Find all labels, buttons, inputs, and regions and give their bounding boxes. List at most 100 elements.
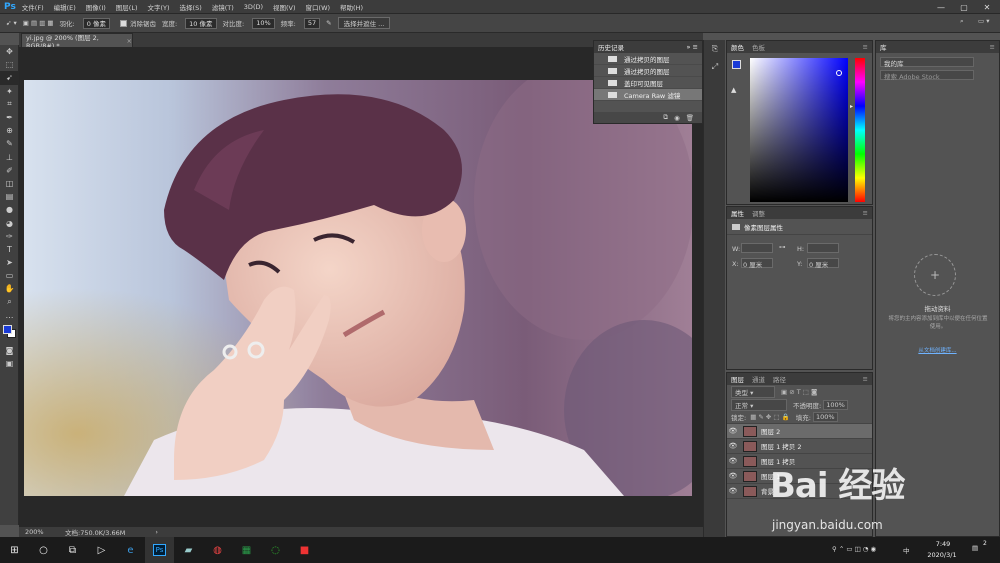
select-and-mask-button[interactable]: 选择并遮住 ... bbox=[337, 17, 391, 29]
menu-layer[interactable]: 图层(L) bbox=[116, 2, 138, 12]
x-field[interactable]: 0 厘米 bbox=[741, 258, 773, 269]
fg-color-swatch[interactable] bbox=[732, 60, 741, 69]
dodge-tool-icon[interactable]: ◕ bbox=[0, 216, 19, 229]
visibility-eye-icon[interactable]: 👁 bbox=[727, 472, 739, 480]
healing-tool-icon[interactable]: ⊕ bbox=[0, 124, 19, 137]
minimize-button[interactable]: — bbox=[930, 0, 952, 14]
blur-tool-icon[interactable]: ● bbox=[0, 203, 19, 216]
document-info[interactable]: 文档:750.0K/3.66M bbox=[65, 527, 125, 537]
menu-filter[interactable]: 滤镜(T) bbox=[212, 2, 234, 12]
add-content-icon[interactable]: + bbox=[914, 254, 956, 296]
antialias-checkbox[interactable] bbox=[119, 19, 127, 27]
tab-color[interactable]: 颜色 bbox=[731, 42, 744, 52]
tab-channels[interactable]: 通道 bbox=[752, 374, 765, 384]
menu-type[interactable]: 文字(Y) bbox=[148, 2, 170, 12]
marquee-tool-icon[interactable]: ⬚ bbox=[0, 58, 19, 71]
new-document-from-state-icon[interactable]: ⧉ bbox=[663, 113, 668, 122]
panel-menu-icon[interactable]: ≡ bbox=[990, 43, 995, 51]
lock-icons[interactable]: ▦ ✎ ✥ ⬚ 🔒 bbox=[750, 413, 790, 421]
lasso-tool-icon[interactable]: ➹ bbox=[0, 71, 19, 85]
brush-tool-icon[interactable]: ✎ bbox=[0, 137, 19, 150]
edge-browser-icon[interactable]: e bbox=[116, 537, 145, 563]
type-tool-icon[interactable]: T bbox=[0, 243, 19, 256]
foreground-color-swatch[interactable] bbox=[3, 324, 12, 334]
excel-icon[interactable]: ▦ bbox=[232, 537, 261, 563]
history-item[interactable]: 通过拷贝的图层 bbox=[594, 53, 702, 65]
stamp-tool-icon[interactable]: ⊥ bbox=[0, 151, 19, 164]
eraser-tool-icon[interactable]: ◫ bbox=[0, 177, 19, 190]
panel-menu-icon[interactable]: » ≡ bbox=[687, 43, 699, 51]
menu-image[interactable]: 图像(I) bbox=[86, 2, 106, 12]
clock-date[interactable]: 2020/3/1 bbox=[918, 551, 966, 559]
menu-3d[interactable]: 3D(D) bbox=[244, 3, 263, 11]
zoom-level[interactable]: 200% bbox=[25, 528, 65, 536]
notification-icon[interactable]: ▤ bbox=[972, 544, 978, 552]
input-language[interactable]: 中 bbox=[903, 545, 910, 555]
document-tab[interactable]: yi.jpg @ 200% (图层 2, RGB/8#) * × bbox=[21, 33, 133, 50]
tab-libraries[interactable]: 库 bbox=[880, 42, 887, 52]
library-select[interactable]: 我的库 bbox=[880, 57, 974, 68]
maximize-button[interactable]: ▢ bbox=[953, 0, 975, 14]
document-photo[interactable] bbox=[24, 80, 692, 496]
path-select-icon[interactable]: ➤ bbox=[0, 256, 19, 269]
menu-window[interactable]: 窗口(W) bbox=[306, 2, 331, 12]
visibility-eye-icon[interactable]: 👁 bbox=[727, 457, 739, 465]
wechat-icon[interactable]: ◌ bbox=[261, 537, 290, 563]
more-tools-icon[interactable]: … bbox=[0, 309, 19, 322]
media-player-icon[interactable]: ▷ bbox=[87, 537, 116, 563]
fill-input[interactable]: 100% bbox=[812, 412, 838, 422]
blend-mode-select[interactable]: 正常 ▾ bbox=[731, 398, 787, 411]
feather-input[interactable]: 0 像素 bbox=[82, 17, 110, 29]
screen-mode-icon[interactable]: ▣ bbox=[0, 357, 19, 370]
pen-tool-icon[interactable]: ✑ bbox=[0, 230, 19, 243]
quick-mask-icon[interactable]: ◙ bbox=[0, 344, 19, 357]
stock-search-input[interactable]: 搜索 Adobe Stock bbox=[880, 70, 974, 81]
visibility-eye-icon[interactable]: 👁 bbox=[727, 487, 739, 495]
tab-layers[interactable]: 图层 bbox=[731, 374, 744, 384]
file-app-icon[interactable]: ▰ bbox=[174, 537, 203, 563]
panel-menu-icon[interactable]: ≡ bbox=[863, 43, 868, 51]
tab-adjustments[interactable]: 调整 bbox=[752, 208, 765, 218]
menu-file[interactable]: 文件(F) bbox=[22, 2, 44, 12]
status-arrow-icon[interactable]: › bbox=[155, 528, 158, 536]
frequency-input[interactable]: 57 bbox=[303, 17, 321, 29]
move-tool-icon[interactable]: ✥ bbox=[0, 45, 19, 58]
clock-time[interactable]: 7:49 bbox=[926, 540, 960, 548]
menu-select[interactable]: 选择(S) bbox=[180, 2, 202, 12]
menu-edit[interactable]: 编辑(E) bbox=[54, 2, 76, 12]
snapshot-icon[interactable]: ◉ bbox=[674, 114, 680, 122]
contrast-input[interactable]: 10% bbox=[252, 17, 275, 29]
history-item[interactable]: 盖印可见图层 bbox=[594, 77, 702, 89]
visibility-eye-icon[interactable]: 👁 bbox=[727, 427, 739, 435]
magnetic-lasso-icon[interactable]: ➹ ▾ bbox=[6, 19, 17, 27]
selection-mode-icons[interactable]: ▣ ▤ ▥ ▦ bbox=[23, 19, 54, 27]
gradient-tool-icon[interactable]: ▤ bbox=[0, 190, 19, 203]
tab-paths[interactable]: 路径 bbox=[773, 374, 786, 384]
layer-row[interactable]: 👁 图层 1 拷贝 2 bbox=[727, 439, 872, 454]
close-tab-icon[interactable]: × bbox=[127, 37, 132, 45]
search-icon[interactable]: ⌕ bbox=[960, 17, 964, 26]
chrome-icon[interactable]: ◍ bbox=[203, 537, 232, 563]
workspace-icon[interactable]: ▭ ▾ bbox=[978, 17, 989, 25]
color-picker-field[interactable] bbox=[750, 58, 848, 202]
system-tray-icons[interactable]: ⚲ ⌃ ▭ ◫ ◔ ◉ bbox=[832, 545, 876, 553]
search-circle-icon[interactable]: ○ bbox=[29, 537, 58, 563]
layer-row-selected[interactable]: 👁 图层 2 bbox=[727, 424, 872, 439]
trash-icon[interactable]: 🗑 bbox=[686, 114, 694, 122]
panel-menu-icon[interactable]: ≡ bbox=[863, 375, 868, 383]
history-item[interactable]: 通过拷贝的图层 bbox=[594, 65, 702, 77]
close-window-button[interactable]: ✕ bbox=[976, 0, 998, 14]
menu-view[interactable]: 视图(V) bbox=[273, 2, 296, 12]
red-app-icon[interactable]: ■ bbox=[290, 537, 319, 563]
hue-slider[interactable] bbox=[855, 58, 865, 202]
crop-tool-icon[interactable]: ⌗ bbox=[0, 98, 19, 111]
height-field[interactable] bbox=[807, 243, 839, 253]
color-swatches[interactable] bbox=[0, 322, 18, 344]
pressure-icon[interactable]: ✎ bbox=[326, 19, 331, 27]
shape-tool-icon[interactable]: ▭ bbox=[0, 269, 19, 282]
opacity-input[interactable]: 100% bbox=[823, 399, 848, 410]
menu-help[interactable]: 帮助(H) bbox=[340, 2, 363, 12]
history-brush-icon[interactable]: ✐ bbox=[0, 164, 19, 177]
layer-filter-icons[interactable]: ▣ ⊘ T ⬚ ◙ bbox=[781, 388, 817, 396]
create-library-link[interactable]: 从文档创建库... bbox=[876, 346, 999, 354]
